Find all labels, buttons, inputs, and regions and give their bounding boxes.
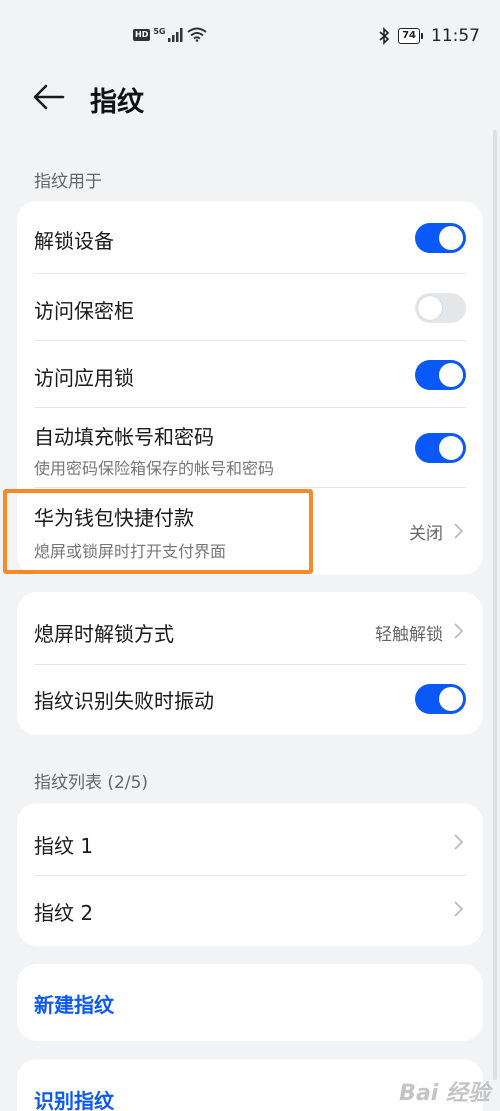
page-title: 指纹	[90, 87, 144, 118]
signal-icon	[168, 27, 183, 42]
chevron-right-icon	[454, 901, 464, 917]
back-arrow-icon	[33, 84, 65, 110]
row-label: 解锁设备	[34, 229, 114, 253]
battery-icon: 74	[398, 28, 423, 44]
header: 指纹	[0, 70, 500, 126]
screen-off-unlock-value: 轻触解锁	[375, 625, 443, 645]
fingerprint-list-card: 指纹 1 指纹 2	[17, 803, 483, 946]
row-label: 华为钱包快捷付款	[34, 506, 194, 530]
new-fingerprint-button[interactable]: 新建指纹	[34, 989, 114, 1018]
list-item[interactable]: 指纹 2	[17, 876, 483, 946]
fail-vibrate-toggle[interactable]	[415, 684, 466, 714]
row-unlock-device[interactable]: 解锁设备	[17, 201, 483, 274]
wifi-icon	[187, 27, 208, 42]
section-label-fingerprint-list: 指纹列表 (2/5)	[34, 773, 149, 793]
fingerprint-label: 指纹 2	[34, 901, 94, 925]
row-app-lock[interactable]: 访问应用锁	[17, 341, 483, 408]
battery-level: 74	[398, 28, 420, 44]
row-label: 访问应用锁	[34, 366, 134, 390]
new-fingerprint-card[interactable]: 新建指纹	[17, 964, 483, 1041]
back-button[interactable]	[32, 82, 66, 112]
safe-toggle[interactable]	[415, 293, 466, 323]
autofill-toggle[interactable]	[415, 433, 466, 463]
status-bar: HD 5G 74 11:57	[0, 0, 500, 76]
row-screen-off-unlock[interactable]: 熄屏时解锁方式 轻触解锁	[17, 592, 483, 664]
bluetooth-icon	[379, 27, 390, 45]
row-sublabel: 使用密码保险箱保存的帐号和密码	[34, 459, 275, 478]
hd-badge: HD	[133, 28, 151, 41]
watermark: Bai 经验	[399, 1081, 490, 1106]
row-sublabel: 熄屏或锁屏时打开支付界面	[34, 542, 227, 561]
screen-off-card: 熄屏时解锁方式 轻触解锁 指纹识别失败时振动	[17, 592, 483, 735]
network-indicator: HD 5G	[133, 27, 208, 42]
wallet-pay-value: 关闭	[409, 524, 443, 544]
chevron-right-icon	[454, 834, 464, 850]
clock: 11:57	[431, 26, 480, 46]
row-label: 熄屏时解锁方式	[34, 622, 174, 646]
network-type: 5G	[153, 27, 166, 36]
row-wallet-pay[interactable]: 华为钱包快捷付款 熄屏或锁屏时打开支付界面 关闭	[17, 488, 483, 575]
row-fail-vibrate[interactable]: 指纹识别失败时振动	[17, 665, 483, 735]
chevron-right-icon	[454, 523, 464, 539]
usage-card: 解锁设备 访问保密柜 访问应用锁 自动填充帐号和密码 使用密码保险箱保存的帐号和…	[17, 201, 483, 575]
row-label: 访问保密柜	[34, 299, 134, 323]
row-autofill[interactable]: 自动填充帐号和密码 使用密码保险箱保存的帐号和密码	[17, 408, 483, 488]
list-item[interactable]: 指纹 1	[17, 803, 483, 875]
chevron-right-icon	[454, 623, 464, 639]
scrollbar[interactable]	[493, 130, 497, 1080]
unlock-device-toggle[interactable]	[415, 223, 466, 253]
fingerprint-label: 指纹 1	[34, 834, 94, 858]
app-lock-toggle[interactable]	[415, 360, 466, 390]
row-label: 自动填充帐号和密码	[34, 425, 214, 449]
section-label-usage: 指纹用于	[34, 172, 102, 192]
identify-fingerprint-button[interactable]: 识别指纹	[34, 1085, 114, 1111]
row-label: 指纹识别失败时振动	[34, 689, 214, 713]
row-safe[interactable]: 访问保密柜	[17, 274, 483, 341]
